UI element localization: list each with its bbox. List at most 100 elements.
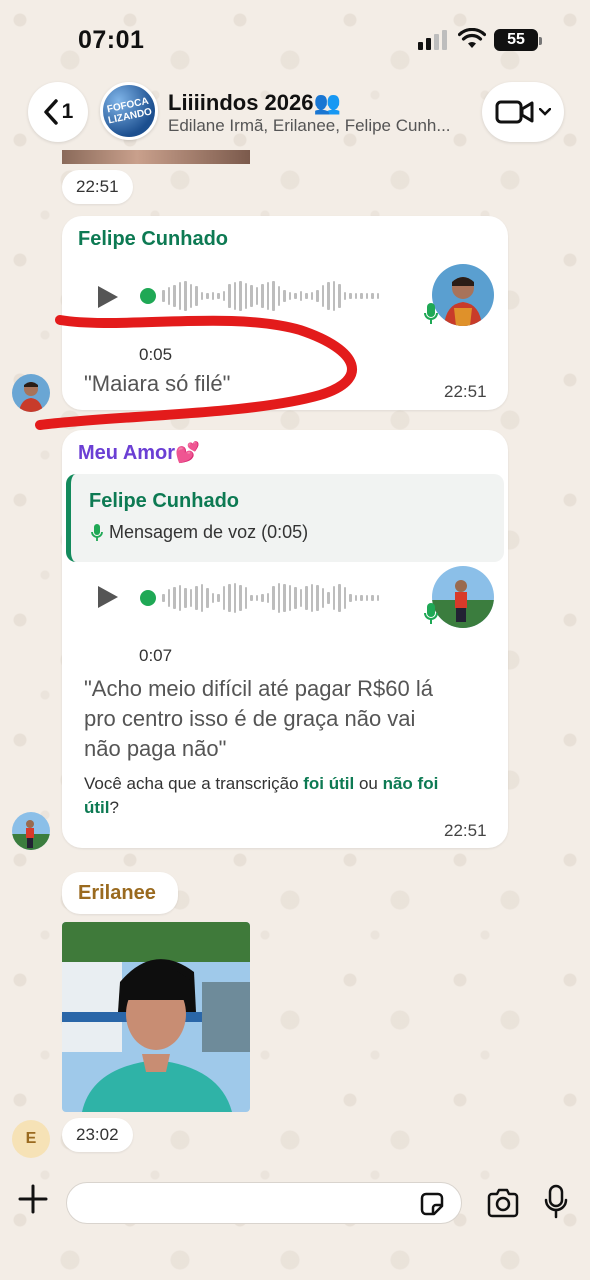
waveform-bar <box>349 293 352 299</box>
waveform-bar <box>343 587 346 609</box>
waveform-bar <box>338 284 341 308</box>
waveform-bar <box>206 588 209 608</box>
waveform-bar <box>228 284 231 308</box>
chat-title[interactable]: Liiiindos 2026👥 <box>168 90 341 116</box>
message-time: 22:51 <box>444 821 487 840</box>
waveform-bar <box>277 583 280 613</box>
waveform-bar <box>222 586 225 610</box>
waveform-bar <box>283 290 286 302</box>
microphone-icon[interactable] <box>544 1184 568 1220</box>
status-bar: 07:01 55 <box>0 0 590 78</box>
sender-avatar[interactable] <box>12 374 50 412</box>
plus-icon[interactable] <box>16 1182 50 1216</box>
image-message[interactable] <box>62 922 250 1112</box>
waveform-bar <box>371 293 374 299</box>
waveform-bar <box>327 282 330 310</box>
waveform-bar <box>233 282 236 310</box>
voice-transcript: "Maiara só filé" <box>84 371 231 396</box>
sender-name: Meu Amor💕 <box>78 442 200 464</box>
waveform-bar <box>310 584 313 612</box>
waveform-bar <box>376 595 379 601</box>
sender-name: Erilanee <box>78 882 156 904</box>
waveform-bar <box>250 285 253 307</box>
voice-message-bubble[interactable]: Felipe Cunhado 0:05 "Maiara só filé" 22:… <box>62 216 508 410</box>
waveform-bar <box>250 595 253 601</box>
play-icon[interactable] <box>96 284 120 310</box>
waveform-bar <box>316 290 319 302</box>
sender-name: Felipe Cunhado <box>78 228 228 250</box>
waveform-bar <box>167 589 170 607</box>
waveform-bar <box>365 595 368 601</box>
waveform-bar <box>211 292 214 300</box>
waveform-bar <box>316 585 319 611</box>
waveform-bar <box>277 286 280 306</box>
sender-avatar[interactable]: E <box>12 1120 50 1158</box>
voice-duration: 0:05 <box>139 345 173 364</box>
waveform-bar <box>255 287 258 305</box>
transcript-feedback: Você acha que a transcrição foi útil ou … <box>84 772 494 820</box>
waveform-bar <box>195 286 198 306</box>
waveform-bar <box>195 586 198 610</box>
waveform-bar <box>261 594 264 602</box>
mic-icon <box>91 524 103 541</box>
video-call-button[interactable] <box>482 82 564 142</box>
sender-avatar[interactable] <box>12 812 50 850</box>
battery-icon: 55 <box>494 29 542 51</box>
waveform-bar <box>173 285 176 307</box>
transcript-line: pro centro isso é de graça não vai <box>84 706 416 731</box>
waveform-bar <box>360 293 363 299</box>
waveform-bar <box>288 585 291 611</box>
waveform-bar <box>261 284 264 308</box>
audio-waveform[interactable] <box>162 279 379 313</box>
waveform-bar <box>162 594 165 602</box>
battery-level: 55 <box>507 31 525 48</box>
waveform-bar <box>360 595 363 601</box>
play-icon[interactable] <box>96 584 120 610</box>
waveform-bar <box>343 292 346 300</box>
transcript-line: não paga não" <box>84 736 227 761</box>
waveform-bar <box>305 293 308 299</box>
playback-progress-handle[interactable] <box>140 590 156 606</box>
cellular-signal-icon <box>418 30 447 50</box>
message-time: 22:51 <box>62 170 133 204</box>
waveform-bar <box>162 290 165 302</box>
sender-voice-avatar <box>432 566 494 628</box>
feedback-not-useful-link-cont[interactable]: útil <box>84 798 110 817</box>
message-time: 23:02 <box>62 1118 133 1152</box>
chat-header: 1 FOFOCA LIZANDO Liiiindos 2026👥 Edilane… <box>0 78 590 148</box>
waveform-bar <box>239 281 242 311</box>
previous-image-message[interactable] <box>62 150 250 164</box>
mic-icon <box>424 603 438 624</box>
sticker-icon[interactable] <box>418 1190 446 1218</box>
waveform-bar <box>327 592 330 604</box>
status-time: 07:01 <box>78 26 145 54</box>
message-time: 22:51 <box>444 382 487 401</box>
playback-progress-handle[interactable] <box>140 288 156 304</box>
waveform-bar <box>228 584 231 612</box>
waveform-bar <box>239 585 242 611</box>
waveform-bar <box>211 593 214 603</box>
waveform-bar <box>294 293 297 299</box>
waveform-bar <box>310 292 313 300</box>
camera-icon[interactable] <box>486 1188 520 1218</box>
feedback-useful-link[interactable]: foi útil <box>303 774 354 793</box>
waveform-bar <box>266 282 269 310</box>
message-input[interactable] <box>66 1182 462 1224</box>
waveform-bar <box>255 595 258 601</box>
feedback-not-useful-link[interactable]: não foi <box>383 774 439 793</box>
feedback-or: ou <box>354 774 383 793</box>
waveform-bar <box>178 282 181 310</box>
back-button[interactable]: 1 <box>28 82 88 142</box>
waveform-bar <box>266 593 269 603</box>
group-avatar[interactable]: FOFOCA LIZANDO <box>100 82 158 140</box>
quoted-message[interactable]: Felipe Cunhado Mensagem de voz (0:05) <box>66 474 504 562</box>
waveform-bar <box>189 589 192 607</box>
voice-transcript: "Acho meio difícil até pagar R$60 lá pro… <box>84 674 433 764</box>
waveform-bar <box>299 589 302 607</box>
chat-members[interactable]: Edilane Irmã, Erilanee, Felipe Cunh... <box>168 116 468 136</box>
waveform-bar <box>354 293 357 299</box>
audio-waveform[interactable] <box>162 581 379 615</box>
waveform-bar <box>321 285 324 307</box>
waveform-bar <box>294 587 297 609</box>
mic-icon <box>424 303 438 324</box>
